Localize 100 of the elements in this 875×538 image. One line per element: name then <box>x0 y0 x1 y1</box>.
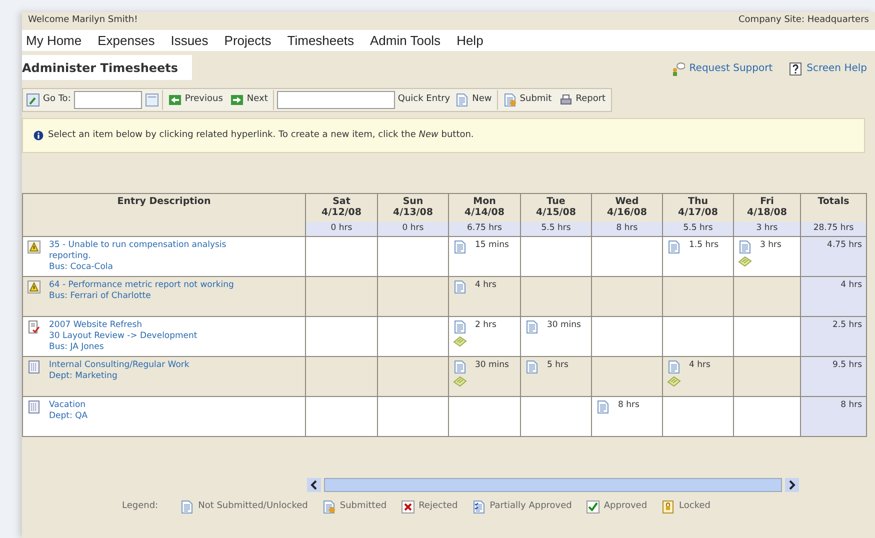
day-name: Sun <box>402 197 424 208</box>
day-name: Mon <box>472 197 497 208</box>
rejected-icon <box>400 500 415 514</box>
menu-item[interactable]: Projects <box>224 30 272 50</box>
welcome-text: Welcome Marilyn Smith! <box>28 14 138 28</box>
menu-item[interactable]: Admin Tools <box>370 30 441 50</box>
hours-link[interactable]: 30 mins <box>475 360 509 374</box>
day-name: Wed <box>614 197 640 208</box>
row-total-cell: 9.5 hrs <box>800 356 866 397</box>
calendar-icon <box>27 360 41 374</box>
hours-link[interactable]: 30 mins <box>547 320 581 334</box>
checked-document-icon <box>27 320 41 334</box>
day-date: 4/13/08 <box>392 208 434 219</box>
legend-label: Legend: <box>122 500 158 514</box>
day-total-cell: 5.5 hrs <box>520 222 592 237</box>
entry-description[interactable]: Vacation Dept: QA <box>49 400 88 422</box>
hours-link[interactable]: 4 hrs <box>689 360 710 374</box>
quick-entry-field[interactable] <box>276 91 395 109</box>
column-header: Entry Description <box>22 194 306 237</box>
day-total-cell: 6.75 hrs <box>448 222 520 237</box>
note-icon <box>453 374 467 388</box>
document-icon <box>667 360 681 374</box>
hours-link[interactable]: 2 hrs <box>475 320 496 334</box>
warning-icon <box>27 280 41 294</box>
legend-text: Partially Approved <box>490 500 572 514</box>
row-total-cell: 8 hrs <box>800 396 866 437</box>
day-name: Tue <box>546 197 566 208</box>
scrollbar-thumb[interactable] <box>324 478 782 492</box>
legend-text: Submitted <box>340 500 387 514</box>
legend-text: Locked <box>679 500 710 514</box>
document-icon <box>738 240 752 254</box>
go-to-field[interactable] <box>74 91 142 109</box>
scroll-right-icon <box>785 478 799 492</box>
scroll-left-icon <box>307 478 321 492</box>
day-date: 4/12/08 <box>320 208 362 219</box>
document-icon <box>596 400 610 414</box>
day-date: 4/14/08 <box>464 208 506 219</box>
menu-item[interactable]: Issues <box>170 30 208 50</box>
link[interactable]: Request Support <box>689 61 773 76</box>
day-name: Fri <box>759 197 775 208</box>
hours-link[interactable]: 3 hrs <box>760 240 782 254</box>
row-total-cell: 2.5 hrs <box>800 316 866 357</box>
day-date: 4/18/08 <box>746 208 788 219</box>
legend-text: Not Submitted/Unlocked <box>198 500 308 514</box>
note-icon <box>453 334 467 348</box>
document-icon <box>525 320 539 334</box>
info-icon <box>33 130 44 141</box>
link[interactable]: Screen Help <box>806 61 867 76</box>
document-icon <box>453 360 467 374</box>
checklist-icon <box>472 500 486 514</box>
grand-total-cell: 28.75 hrs <box>800 222 866 237</box>
day-name: Sat <box>332 197 352 208</box>
day-total-cell: 3 hrs <box>734 222 800 237</box>
company-site-text: Company Site: Headquarters <box>738 14 869 28</box>
day-date: 4/17/08 <box>677 208 719 219</box>
legend-text: Approved <box>604 500 648 514</box>
go-to-label: Go To: <box>43 93 71 106</box>
day-total-cell: 5.5 hrs <box>662 222 734 237</box>
menu-item[interactable]: Help <box>456 30 484 50</box>
next-button[interactable]: Next <box>228 93 270 107</box>
note-icon <box>738 254 752 268</box>
document-icon <box>455 93 470 107</box>
approved-icon <box>586 500 600 514</box>
row-total-cell: 4.75 hrs <box>800 236 866 277</box>
new-button[interactable]: New <box>453 93 494 107</box>
column-header: Totals <box>800 194 866 222</box>
support-icon <box>671 62 686 76</box>
day-total-cell: 0 hrs <box>378 222 448 237</box>
document-icon <box>180 500 194 514</box>
hours-link[interactable]: 8 hrs <box>618 400 640 414</box>
menu-item[interactable]: Expenses <box>98 30 155 50</box>
hours-link[interactable]: 15 mins <box>475 240 509 254</box>
hours-link[interactable]: 1.5 hrs <box>689 240 719 254</box>
printer-icon <box>558 93 573 107</box>
day-date: 4/15/08 <box>535 208 577 219</box>
day-name: Thu <box>686 197 709 208</box>
document-icon <box>667 240 681 254</box>
day-total-cell: 0 hrs <box>306 222 378 237</box>
menu-item[interactable]: Timesheets <box>287 30 354 50</box>
page-title: Administer Timesheets <box>22 55 192 80</box>
info-message: Select an item below by clicking related hyperlink. To create a new item, click the New button. <box>48 128 474 142</box>
legend-text: Rejected <box>418 500 458 514</box>
help-icon <box>788 62 803 76</box>
hours-link[interactable]: 4 hrs <box>475 280 496 294</box>
warning-icon <box>27 240 41 254</box>
previous-button[interactable]: Previous <box>166 93 225 107</box>
lock-icon <box>661 500 676 514</box>
submitted-document-icon <box>502 93 517 107</box>
document-icon <box>453 280 467 294</box>
row-total-cell: 4 hrs <box>800 276 866 317</box>
hours-link[interactable]: 5 hrs <box>547 360 568 374</box>
submit-button[interactable]: Submit <box>500 93 554 107</box>
menu-item[interactable]: My Home <box>26 30 82 50</box>
document-icon <box>453 320 467 334</box>
calendar-icon <box>27 400 41 414</box>
note-icon <box>667 374 681 388</box>
quick-entry-label: Quick Entry <box>398 93 450 106</box>
submitted-document-icon <box>322 500 336 514</box>
day-total-cell: 8 hrs <box>592 222 662 237</box>
report-button[interactable]: Report <box>556 93 608 107</box>
